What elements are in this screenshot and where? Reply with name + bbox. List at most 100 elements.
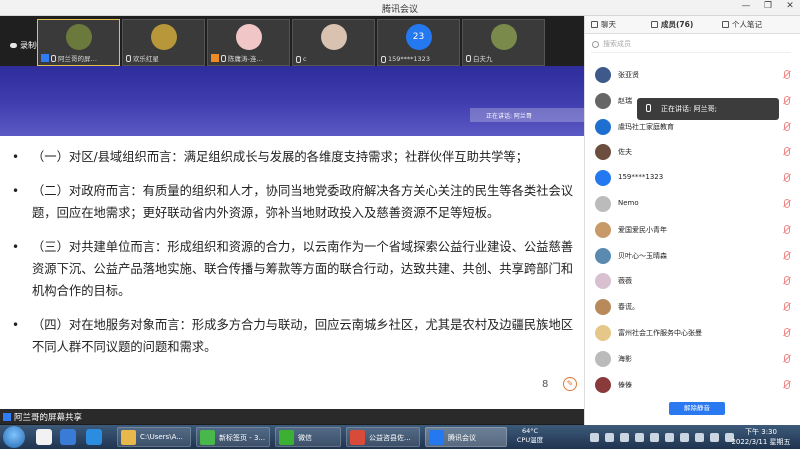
avatar: 23 [405, 24, 432, 50]
mic-icon [221, 54, 226, 62]
tile-name: 陈庸涛-连… [228, 55, 263, 63]
video-tile[interactable]: 欢乐红星 [122, 19, 205, 66]
avatar [595, 299, 611, 316]
member-row[interactable]: 薇薇 [585, 270, 800, 296]
wechat-icon [279, 430, 294, 445]
video-tile[interactable]: c [292, 19, 375, 66]
task-browser[interactable]: 新标签页 - 3... [196, 427, 270, 447]
video-tile[interactable]: 23 159****1323 [377, 19, 460, 66]
member-row[interactable]: 佐夫 [585, 141, 800, 167]
unmute-all-button[interactable]: 解除静音 [669, 402, 725, 415]
mic-muted-icon[interactable] [784, 250, 790, 260]
task-wps[interactable]: 公益咨县佐... [346, 427, 420, 447]
avatar [595, 170, 611, 187]
mic-muted-icon[interactable] [784, 276, 790, 286]
tab-chat[interactable]: 聊天 [591, 19, 616, 30]
avatar [595, 324, 611, 341]
mic-muted-icon[interactable] [784, 121, 790, 131]
system-tray [590, 433, 734, 442]
task-explorer[interactable]: C:\Users\A... [117, 427, 191, 447]
mic-muted-icon[interactable] [784, 95, 790, 105]
minimize-button[interactable]: — [740, 1, 752, 11]
video-tile[interactable]: 陈庸涛-连… [207, 19, 290, 66]
meeting-icon [429, 430, 444, 445]
tab-notes[interactable]: 个人笔记 [722, 19, 762, 30]
browser-icon [200, 430, 215, 445]
tab-label: 个人笔记 [732, 20, 762, 29]
video-strip: 录制中 阿兰哥的屏… 欢乐红星 陈庸涛-连… c 23 159****1323 … [0, 16, 584, 66]
mic-muted-icon[interactable] [784, 379, 790, 389]
avatar [490, 24, 517, 50]
clock-time: 下午 3:30 [745, 428, 777, 436]
member-name: 薇薇 [618, 277, 632, 286]
member-row[interactable]: 张亚贤 [585, 64, 800, 90]
tray-icon[interactable] [605, 433, 614, 442]
member-name: 海影 [618, 354, 632, 363]
browser-icon[interactable] [86, 429, 102, 445]
tray-icon[interactable] [635, 433, 644, 442]
task-label: 新标签页 - 3... [219, 434, 266, 442]
bullet-item: （三）对共建单位而言：形成组织和资源的合力，以云南作为一个省域探索公益行业建设、… [8, 236, 578, 302]
clock[interactable]: 下午 3:30 2022/3/11 星期五 [727, 427, 795, 447]
member-row[interactable]: 春谎。 [585, 296, 800, 322]
member-search-input[interactable]: 搜索成员 [591, 39, 791, 53]
folder-icon [121, 430, 136, 445]
member-name: 春谎。 [618, 303, 639, 312]
avatar [595, 118, 611, 135]
mic-muted-icon[interactable] [784, 224, 790, 234]
avatar [595, 144, 611, 161]
mic-muted-icon[interactable] [784, 327, 790, 337]
tile-name: 白夫九 [473, 55, 493, 63]
start-button[interactable] [3, 426, 25, 448]
mic-muted-icon[interactable] [784, 173, 790, 183]
mic-icon [51, 54, 56, 62]
task-meeting[interactable]: 腾讯会议 [425, 427, 507, 447]
video-tile[interactable]: 阿兰哥的屏… [37, 19, 120, 66]
tray-icon[interactable] [695, 433, 704, 442]
mic-muted-icon[interactable] [784, 198, 790, 208]
task-label: 公益咨县佐... [369, 434, 411, 442]
tray-icon[interactable] [620, 433, 629, 442]
share-icon [41, 54, 49, 62]
tab-members[interactable]: 成员(76) [651, 19, 693, 30]
member-row[interactable]: 159****1323 [585, 167, 800, 193]
maximize-button[interactable]: ❐ [762, 1, 774, 11]
close-button[interactable]: ✕ [784, 1, 796, 11]
member-row[interactable]: 傣傣 [585, 374, 800, 400]
avatar [595, 273, 611, 290]
clock-date: 2022/3/11 星期五 [731, 438, 791, 446]
member-row[interactable]: 海影 [585, 348, 800, 374]
member-name: 赵瑞 [618, 96, 632, 105]
mic-muted-icon[interactable] [784, 147, 790, 157]
member-row[interactable]: 富州社会工作服务中心张曼 [585, 322, 800, 348]
tray-icon[interactable] [590, 433, 599, 442]
screen-share-icon [3, 413, 11, 421]
tray-icon[interactable] [650, 433, 659, 442]
cpu-temp-label: CPU温度 [516, 436, 544, 444]
annotate-icon[interactable]: ✎ [563, 377, 577, 391]
video-tile[interactable]: 白夫九 [462, 19, 545, 66]
volume-icon[interactable] [710, 433, 719, 442]
member-name: 爱国爱民小青年 [618, 225, 667, 234]
avatar [150, 24, 177, 50]
mic-muted-icon[interactable] [784, 353, 790, 363]
share-status-bar[interactable]: 阿兰哥的屏幕共享 [0, 409, 584, 424]
notes-icon [722, 21, 729, 28]
tray-icon[interactable] [665, 433, 674, 442]
tray-icon[interactable] [680, 433, 689, 442]
window-title: 腾讯会议 [381, 5, 418, 15]
explorer-icon[interactable] [36, 429, 52, 445]
member-name: 159****1323 [618, 173, 664, 182]
mic-muted-icon[interactable] [784, 302, 790, 312]
share-status-label: 阿兰哥的屏幕共享 [14, 413, 83, 423]
member-row[interactable]: 贝叶心～玉晴森 [585, 245, 800, 271]
member-name: 虞玛社工家庭教育 [618, 122, 674, 131]
tile-name: 159****1323 [388, 55, 430, 63]
member-row[interactable]: 爱国爱民小青年 [585, 219, 800, 245]
avatar [320, 24, 347, 50]
mic-muted-icon[interactable] [784, 70, 790, 79]
members-icon [651, 21, 658, 28]
member-row[interactable]: Nemo [585, 193, 800, 219]
search-icon[interactable] [60, 429, 76, 445]
task-wechat[interactable]: 微信 [275, 427, 341, 447]
